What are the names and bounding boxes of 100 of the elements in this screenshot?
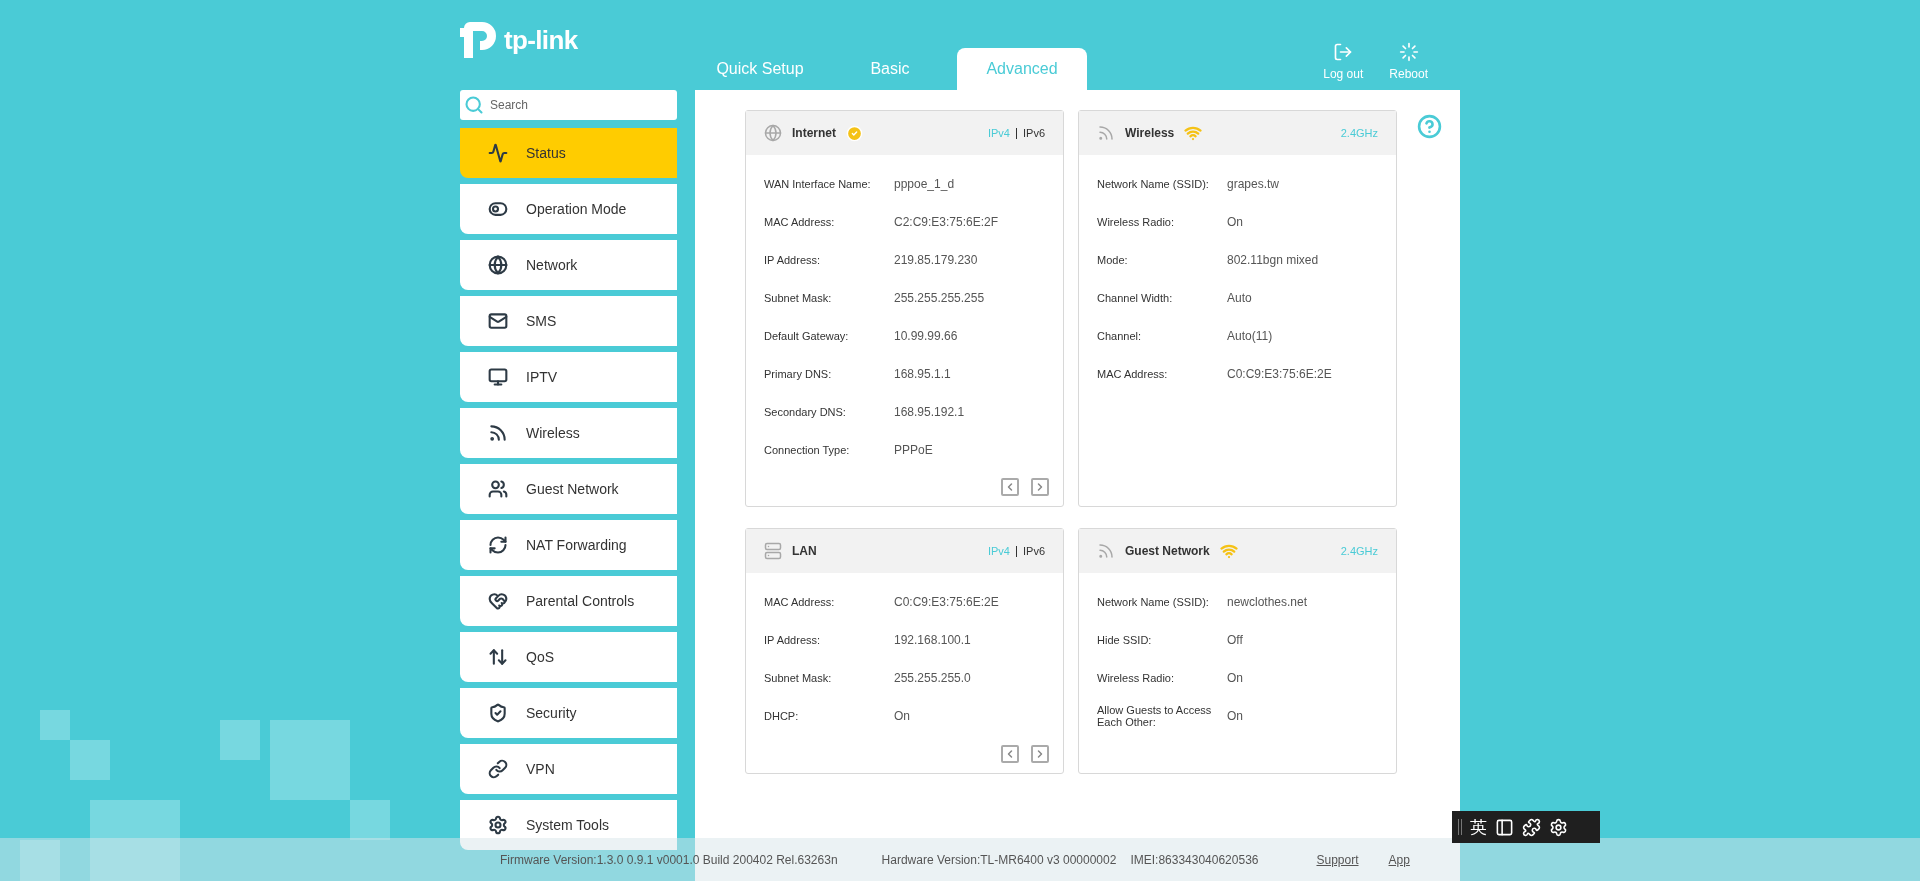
field-value: 219.85.179.230 (894, 252, 978, 269)
sidebar-item[interactable]: Security (460, 688, 677, 738)
imei-text: IMEI:863343040620536 (1130, 851, 1259, 869)
band-label: 2.4GHz (1340, 125, 1378, 141)
sidebar-item[interactable]: System Tools (460, 800, 677, 850)
field-label: Allow Guests to Access Each Other: (1097, 704, 1213, 728)
field-label: Secondary DNS: (764, 406, 847, 418)
previous-button[interactable] (1001, 745, 1019, 763)
circular-arrows-icon (488, 535, 508, 555)
card-title: Guest Network (1125, 543, 1210, 560)
field-value: Off (1227, 632, 1243, 649)
band-label: 2.4GHz (1340, 543, 1378, 559)
field-value: C0:C9:E3:75:6E:2E (1227, 366, 1332, 383)
toggle-icon (488, 199, 508, 219)
envelope-icon (488, 311, 508, 331)
field-value: On (1227, 670, 1243, 687)
wifi-icon (1219, 542, 1238, 560)
field-value: C2:C9:E3:75:6E:2F (894, 214, 999, 231)
search-icon (464, 95, 484, 115)
field-label: Default Gateway: (764, 330, 850, 342)
field-value: On (894, 708, 910, 725)
settings-icon[interactable] (1549, 817, 1568, 837)
field-value: Auto (1227, 290, 1252, 307)
search-field[interactable]: Search (460, 90, 677, 120)
sidebar-item[interactable]: VPN (460, 744, 677, 794)
field-value: 168.95.192.1 (894, 404, 965, 421)
sidebar-item[interactable]: Status (460, 128, 677, 178)
next-button[interactable] (1031, 745, 1049, 763)
next-button[interactable] (1031, 478, 1049, 496)
field-label: Hide SSID: (1097, 634, 1153, 646)
monitor-icon (488, 367, 508, 387)
sidebar-item[interactable]: Parental Controls (460, 576, 677, 626)
ip-version-toggle[interactable]: IPv6 (1023, 124, 1045, 142)
field-value: Auto(11) (1227, 328, 1273, 345)
field-label: MAC Address: (764, 596, 836, 608)
up-down-arrows-icon (488, 647, 508, 667)
sidebar-item[interactable]: Operation Mode (460, 184, 677, 234)
hardware-version: Hardware Version:TL-MR6400 v3 00000002 (881, 851, 1117, 869)
help-button[interactable] (1417, 114, 1442, 139)
sidebar-item[interactable]: IPTV (460, 352, 677, 402)
signal-icon (1097, 542, 1115, 560)
sidebar-item[interactable]: Wireless (460, 408, 677, 458)
ip-version-toggle[interactable]: IPv6 (1023, 542, 1045, 560)
server-icon (764, 542, 782, 560)
field-label: WAN Interface Name: (764, 178, 872, 190)
exit-icon (1333, 42, 1354, 62)
field-label: MAC Address: (764, 216, 836, 228)
sidebar-item[interactable]: QoS (460, 632, 677, 682)
field-label: Wireless Radio: (1097, 216, 1176, 228)
card-title: Wireless (1125, 125, 1175, 142)
signal-icon (488, 423, 508, 443)
field-value: 168.95.1.1 (894, 366, 951, 383)
field-value: 255.255.255.255 (894, 290, 985, 307)
field-label: IP Address: (764, 254, 822, 266)
spinner-icon (1398, 42, 1419, 62)
footer-link[interactable]: App (1388, 850, 1410, 869)
field-label: Subnet Mask: (764, 672, 833, 684)
field-value: On (1227, 708, 1243, 725)
field-label: Channel: (1097, 330, 1143, 342)
field-label: IP Address: (764, 634, 822, 646)
field-label: Network Name (SSID): (1097, 178, 1210, 190)
field-value: 192.168.100.1 (894, 632, 971, 649)
card-title: Internet (792, 125, 836, 142)
chain-link-icon (488, 759, 508, 779)
logo-text: tp-link (504, 27, 578, 53)
field-label: Channel Width: (1097, 292, 1174, 304)
panel-icon[interactable] (1495, 817, 1514, 837)
footer-link[interactable]: Support (1316, 850, 1359, 869)
field-value: 255.255.255.0 (894, 670, 971, 687)
field-label: DHCP: (764, 710, 800, 722)
field-value: grapes.tw (1227, 176, 1280, 193)
field-value: PPPoE (894, 442, 933, 459)
field-label: Network Name (SSID): (1097, 596, 1210, 608)
field-label: Primary DNS: (764, 368, 833, 380)
sidebar-item[interactable]: NAT Forwarding (460, 520, 677, 570)
field-label: Connection Type: (764, 444, 851, 456)
field-label: Mode: (1097, 254, 1129, 266)
wifi-icon (1184, 124, 1203, 142)
sidebar-item[interactable]: SMS (460, 296, 677, 346)
pulse-icon (488, 143, 508, 163)
sidebar-item[interactable]: Guest Network (460, 464, 677, 514)
field-value: On (1227, 214, 1243, 231)
sidebar-item[interactable]: Network (460, 240, 677, 290)
field-label: Subnet Mask: (764, 292, 833, 304)
previous-button[interactable] (1001, 478, 1019, 496)
puzzle-icon[interactable] (1522, 817, 1541, 837)
language-indicator[interactable]: 英 (1470, 818, 1487, 836)
field-label: MAC Address: (1097, 368, 1169, 380)
field-label: Wireless Radio: (1097, 672, 1176, 684)
globe-icon (764, 124, 782, 142)
field-value: 802.11bgn mixed (1227, 252, 1319, 269)
card-title: LAN (792, 543, 817, 560)
field-value: 10.99.99.66 (894, 328, 958, 345)
globe-icon (488, 255, 508, 275)
field-value: newclothes.net (1227, 594, 1308, 611)
field-value: pppoe_1_d (894, 176, 955, 193)
field-value: C0:C9:E3:75:6E:2E (894, 594, 999, 611)
signal-icon (1097, 124, 1115, 142)
people-icon (488, 479, 508, 499)
shield-icon (488, 703, 508, 723)
